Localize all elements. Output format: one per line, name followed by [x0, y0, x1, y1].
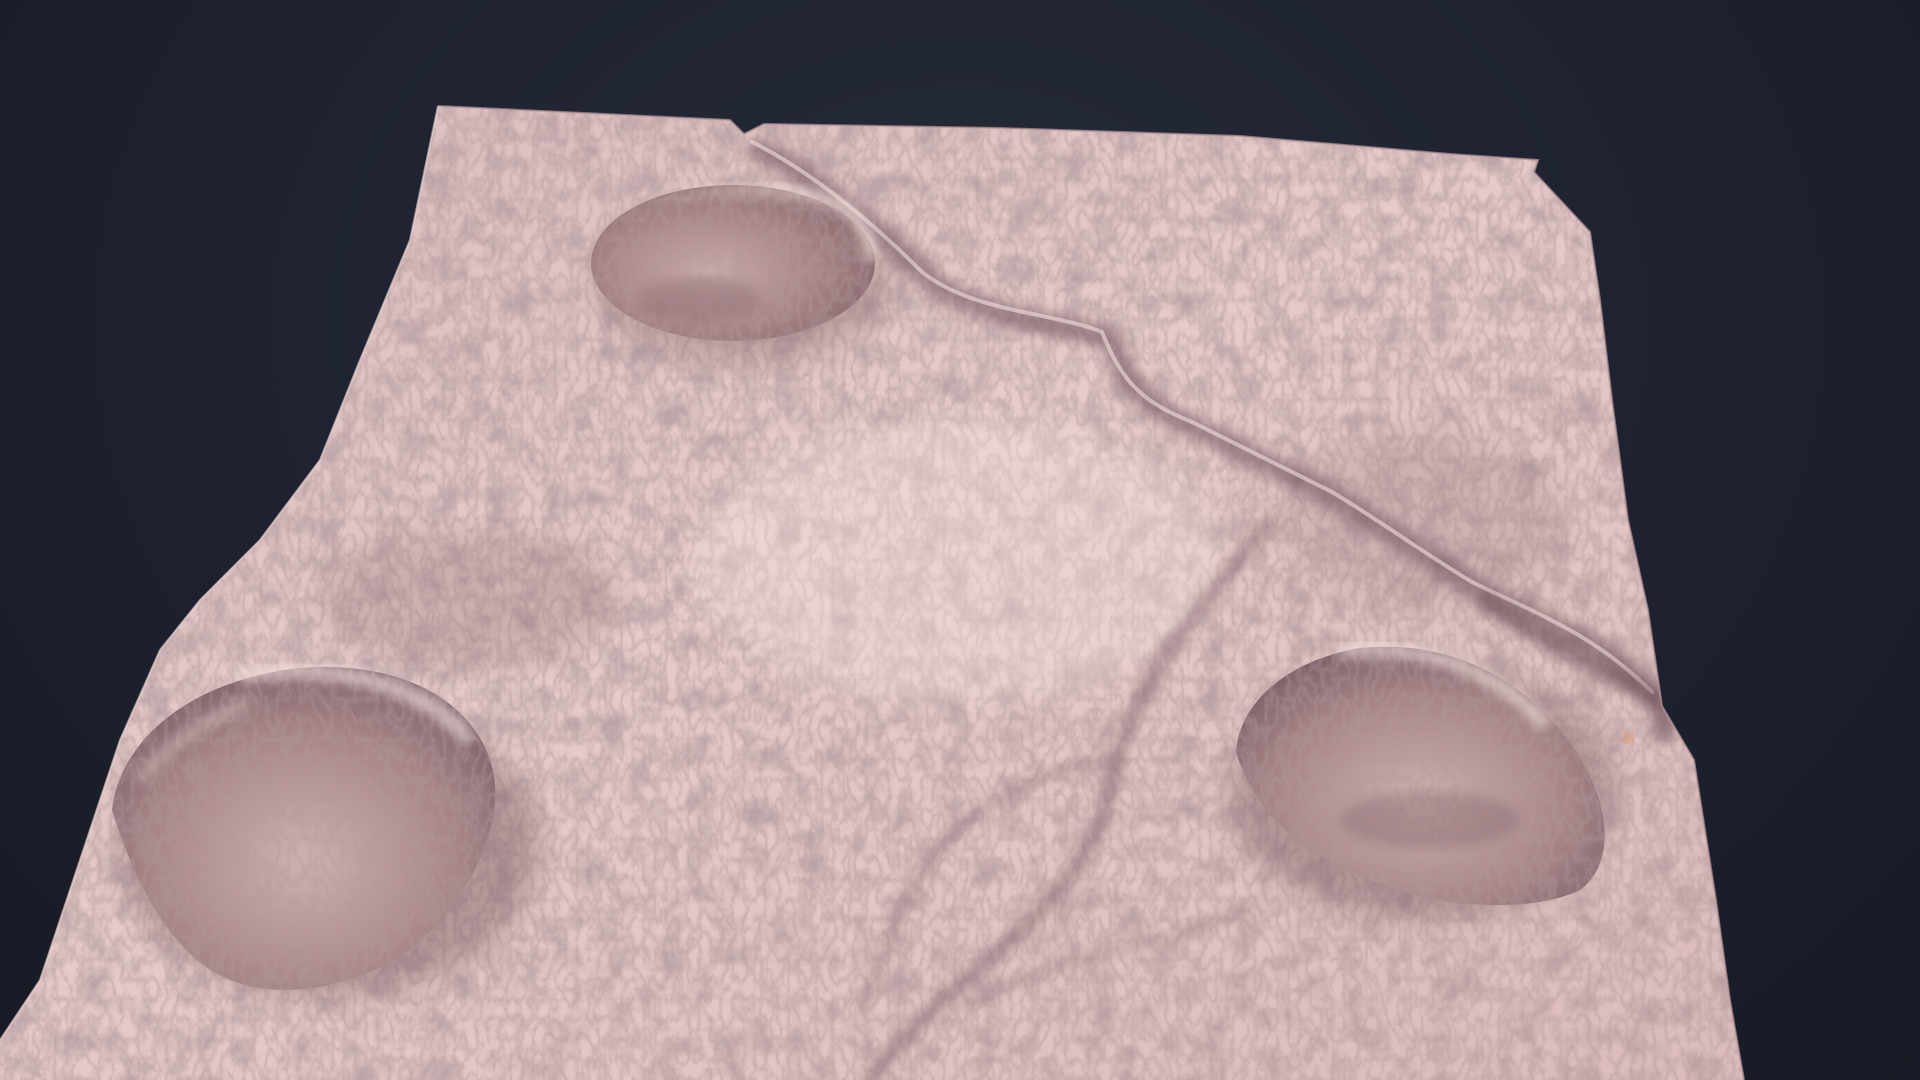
terrain-scene — [0, 105, 1745, 1080]
terrain-surface — [0, 105, 1745, 1080]
render-viewport — [0, 0, 1920, 1080]
terrain-shade-patch — [320, 530, 620, 670]
terrain-shade-patch — [1280, 430, 1560, 610]
crater-north — [591, 184, 891, 364]
terrain-highlight-patch — [700, 420, 1220, 700]
ember-glow — [1623, 733, 1633, 743]
